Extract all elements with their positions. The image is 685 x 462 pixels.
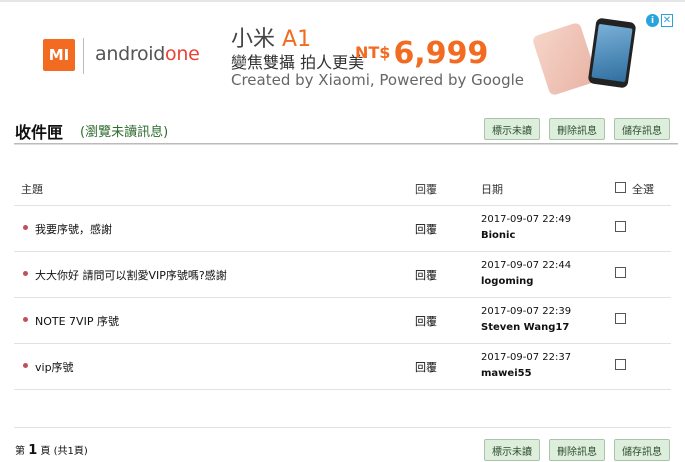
message-sender[interactable]: Steven Wang17 <box>481 322 569 333</box>
android-one-logo: androidone <box>95 43 200 65</box>
pager-current-page: 1 <box>28 443 38 458</box>
message-date: 2017-09-07 22:37 <box>481 352 572 363</box>
mark-unread-button-bottom[interactable]: 標示未讀 <box>484 439 540 461</box>
mark-unread-button[interactable]: 標示未讀 <box>484 118 540 140</box>
select-all-checkbox[interactable] <box>615 182 626 193</box>
bullet-icon <box>23 317 28 322</box>
table-divider <box>14 343 671 344</box>
reply-link[interactable]: 回覆 <box>415 313 437 329</box>
footer-divider <box>14 427 671 428</box>
ad-credit: Created by Xiaomi, Powered by Google <box>231 71 525 89</box>
message-subject-link[interactable]: 我要序號，感謝 <box>35 221 112 237</box>
delete-message-button[interactable]: 刪除訊息 <box>549 118 605 140</box>
ad-banner[interactable]: MI androidone 小米 A1 變焦雙攝 拍人更美 NT$ 6,999 C… <box>0 0 685 100</box>
ad-price: NT$ 6,999 <box>355 36 488 71</box>
reply-link[interactable]: 回覆 <box>415 359 437 375</box>
pager-prefix: 第 <box>15 446 25 457</box>
pager: 第 1 頁 (共1頁) <box>15 442 88 458</box>
message-subject-link[interactable]: vip序號 <box>35 359 74 375</box>
message-sender[interactable]: Bionic <box>481 230 515 241</box>
ad-price-value: 6,999 <box>393 36 489 71</box>
ad-tagline: 變焦雙攝 拍人更美 <box>231 53 365 72</box>
row-checkbox[interactable] <box>615 313 626 324</box>
table-divider <box>14 205 671 206</box>
view-unread-link[interactable]: (瀏覽未讀訊息) <box>80 121 168 140</box>
delete-message-button-bottom[interactable]: 刪除訊息 <box>549 439 605 461</box>
table-divider <box>14 389 671 390</box>
select-all-label: 全選 <box>632 183 654 196</box>
column-subject: 主題 <box>21 183 43 196</box>
row-checkbox[interactable] <box>615 267 626 278</box>
message-subject-link[interactable]: NOTE 7VIP 序號 <box>35 313 119 329</box>
header-divider <box>14 143 678 145</box>
phone-front-image <box>587 17 637 89</box>
reply-link[interactable]: 回覆 <box>415 221 437 237</box>
table-divider <box>14 251 671 252</box>
save-message-button[interactable]: 儲存訊息 <box>614 118 670 140</box>
bullet-icon <box>23 271 28 276</box>
row-checkbox[interactable] <box>615 221 626 232</box>
message-sender[interactable]: mawei55 <box>481 368 532 379</box>
ad-divider <box>83 38 84 74</box>
pager-suffix: 頁 (共1頁) <box>40 446 88 457</box>
message-date: 2017-09-07 22:39 <box>481 306 572 317</box>
android-one-suffix: one <box>165 43 200 65</box>
bullet-icon <box>23 363 28 368</box>
phone-back-image <box>531 21 599 97</box>
bullet-icon <box>23 225 28 230</box>
info-icon[interactable]: i <box>646 14 659 27</box>
reply-link[interactable]: 回覆 <box>415 267 437 283</box>
row-checkbox[interactable] <box>615 359 626 370</box>
android-one-text: android <box>95 43 166 65</box>
message-sender[interactable]: logoming <box>481 276 533 287</box>
page-title: 收件匣 <box>15 123 64 142</box>
message-date: 2017-09-07 22:44 <box>481 260 572 271</box>
xiaomi-logo: MI <box>43 39 75 71</box>
table-divider <box>14 297 671 298</box>
message-subject-link[interactable]: 大大你好 請問可以割愛VIP序號嗎?感謝 <box>35 267 227 283</box>
phone-screen <box>591 23 633 83</box>
column-reply: 回覆 <box>415 183 437 196</box>
ad-price-currency: NT$ <box>355 43 391 62</box>
close-icon[interactable]: ✕ <box>661 14 673 27</box>
column-date: 日期 <box>481 183 503 196</box>
ad-top-border <box>0 0 685 2</box>
message-date: 2017-09-07 22:49 <box>481 214 572 225</box>
save-message-button-bottom[interactable]: 儲存訊息 <box>614 439 670 461</box>
